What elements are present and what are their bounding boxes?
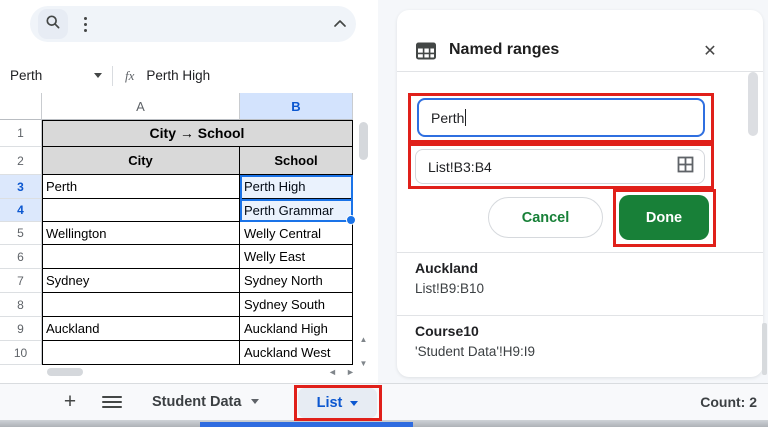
- kebab-icon: [83, 16, 87, 32]
- column-header-a[interactable]: A: [42, 93, 240, 120]
- scroll-left-icon[interactable]: ◄: [328, 367, 337, 377]
- cell-a1-merged[interactable]: City → School: [42, 120, 353, 147]
- scroll-up-icon[interactable]: ▲: [356, 332, 371, 346]
- named-range-item[interactable]: Course10 'Student Data'!H9:I9: [415, 323, 535, 359]
- row-header[interactable]: 9: [0, 317, 42, 341]
- grid-select-icon[interactable]: [677, 156, 694, 178]
- vertical-scrollbar[interactable]: ▲ ▼: [356, 93, 371, 378]
- cell-a3[interactable]: Perth: [42, 175, 240, 199]
- row-header[interactable]: 2: [0, 147, 42, 175]
- range-name-value: Perth: [431, 109, 465, 126]
- scroll-down-icon[interactable]: ▼: [356, 356, 371, 370]
- search-icon: [45, 14, 61, 35]
- select-all-corner[interactable]: [0, 93, 42, 120]
- cell-a5[interactable]: Wellington: [42, 222, 240, 245]
- cell-a2[interactable]: City: [42, 147, 240, 175]
- row-header[interactable]: 8: [0, 293, 42, 317]
- range-name-input[interactable]: Perth: [417, 98, 705, 137]
- named-ranges-panel: Named ranges ✕ Perth List!B3:B4 Cancel D…: [397, 10, 763, 377]
- cancel-button[interactable]: Cancel: [488, 197, 603, 238]
- row-header[interactable]: 5: [0, 222, 42, 245]
- formula-input[interactable]: Perth High: [146, 68, 210, 83]
- count-summary[interactable]: Count: 2: [0, 383, 757, 420]
- divider: [397, 71, 763, 72]
- cell-a9[interactable]: Auckland: [42, 317, 240, 341]
- window-scrollbar-thumb[interactable]: [762, 323, 767, 375]
- chevron-up-icon: [333, 15, 347, 33]
- cell-b10[interactable]: Auckland West: [240, 341, 353, 365]
- cell-a10[interactable]: [42, 341, 240, 365]
- named-range-reference: 'Student Data'!H9:I9: [415, 344, 535, 359]
- vertical-scrollbar-thumb[interactable]: [359, 122, 368, 160]
- divider: [112, 65, 113, 86]
- row-header[interactable]: 10: [0, 341, 42, 365]
- name-box[interactable]: Perth: [0, 68, 112, 83]
- range-reference-value: List!B3:B4: [428, 158, 492, 175]
- cell-b8[interactable]: Sydney South: [240, 293, 353, 317]
- name-box-caret-icon: [94, 73, 102, 78]
- cell-b5[interactable]: Welly Central: [240, 222, 353, 245]
- cell-b6[interactable]: Welly East: [240, 245, 353, 269]
- range-reference-field[interactable]: List!B3:B4: [415, 149, 705, 184]
- divider: [397, 315, 763, 316]
- scroll-right-icon[interactable]: ►: [346, 367, 355, 377]
- horizontal-scrollbar-thumb[interactable]: [47, 368, 83, 376]
- cell-a8[interactable]: [42, 293, 240, 317]
- formula-bar: Perth fx Perth High: [0, 58, 378, 93]
- column-header-b[interactable]: B: [240, 93, 353, 120]
- cell-a4[interactable]: [42, 199, 240, 222]
- window-bottom-accent: [200, 422, 413, 427]
- cell-b2[interactable]: School: [240, 147, 353, 175]
- table-grid-icon: [415, 40, 437, 62]
- row-header[interactable]: 4: [0, 199, 42, 222]
- table-border: [42, 120, 353, 121]
- named-range-item[interactable]: Auckland List!B9:B10: [415, 260, 484, 296]
- named-range-name: Auckland: [415, 260, 479, 276]
- cell-b4[interactable]: Perth Grammar: [240, 199, 353, 222]
- table-border: [42, 120, 43, 365]
- cell-a6[interactable]: [42, 245, 240, 269]
- collapse-toolbar-button[interactable]: [330, 13, 350, 35]
- name-box-value: Perth: [10, 68, 43, 83]
- named-range-name: Course10: [415, 323, 479, 339]
- sheet-grid: A B 1 City → School 2 City School 3 Pert…: [0, 93, 353, 365]
- panel-title: Named ranges: [449, 41, 560, 58]
- panel-scrollbar-thumb[interactable]: [748, 72, 758, 136]
- close-icon: ✕: [703, 43, 717, 60]
- row-header[interactable]: 6: [0, 245, 42, 269]
- row-header[interactable]: 3: [0, 175, 42, 199]
- cell-b9[interactable]: Auckland High: [240, 317, 353, 341]
- cell-b3[interactable]: Perth High: [240, 175, 353, 199]
- named-range-reference: List!B9:B10: [415, 281, 485, 296]
- text-cursor: [465, 109, 467, 126]
- app-window: Perth fx Perth High A B 1 City → School …: [0, 0, 768, 427]
- row-header[interactable]: 1: [0, 120, 42, 147]
- divider: [397, 252, 763, 253]
- cell-b7[interactable]: Sydney North: [240, 269, 353, 293]
- search-button[interactable]: [38, 9, 68, 39]
- cell-a7[interactable]: Sydney: [42, 269, 240, 293]
- close-panel-button[interactable]: ✕: [697, 38, 723, 64]
- row-header[interactable]: 7: [0, 269, 42, 293]
- fx-icon: fx: [125, 67, 135, 83]
- horizontal-scrollbar[interactable]: ◄ ►: [42, 366, 355, 379]
- done-button[interactable]: Done: [619, 195, 709, 240]
- more-options-button[interactable]: [76, 9, 94, 39]
